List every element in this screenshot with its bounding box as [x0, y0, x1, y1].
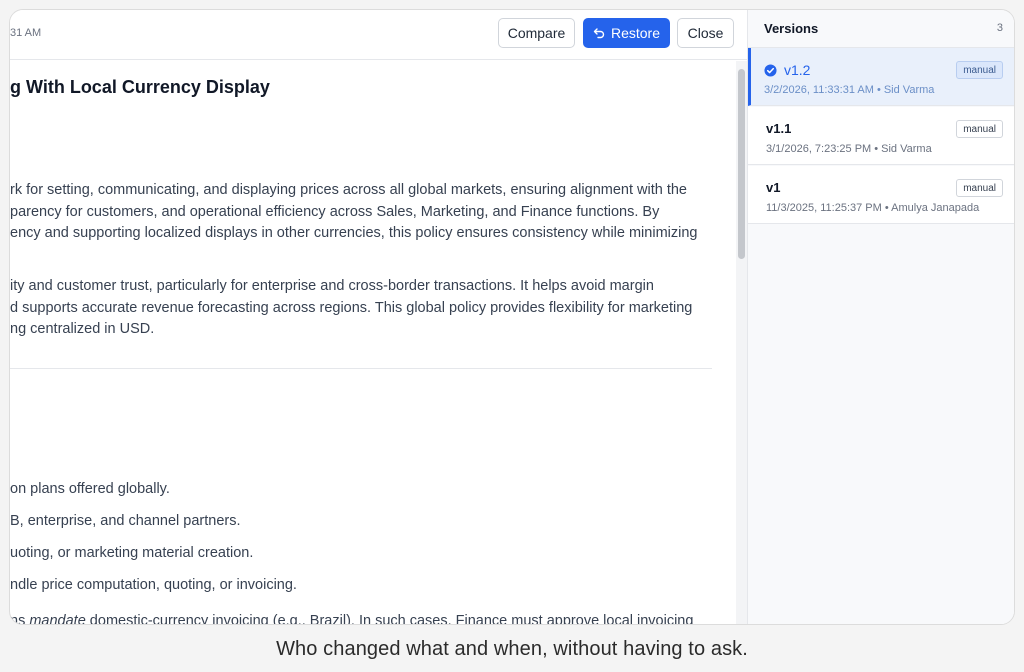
version-meta: 3/1/2026, 7:23:25 PM • Sid Varma [766, 143, 932, 155]
emphasis-text: mandate [29, 613, 86, 625]
version-item-v1-1[interactable]: v1.1 manual 3/1/2026, 7:23:25 PM • Sid V… [748, 107, 1014, 165]
text-fragment: domestic-currency invoicing (e.g., Brazi… [85, 613, 694, 625]
paragraph-line: parency for customers, and operational e… [10, 204, 660, 220]
text-fragment: ns [10, 613, 30, 625]
list-item: ndle price computation, quoting, or invo… [10, 577, 297, 593]
restore-button[interactable]: Restore [583, 18, 670, 48]
check-circle-icon [764, 63, 777, 77]
version-meta: 11/3/2025, 11:25:37 PM • Amulya Janapada [766, 202, 980, 214]
versions-header: Versions 3 [748, 10, 1014, 48]
versions-count: 3 [996, 22, 1003, 34]
scrollbar-thumb[interactable] [738, 69, 745, 259]
list-item: B, enterprise, and channel partners. [10, 513, 241, 529]
list-item: on plans offered globally. [10, 481, 170, 497]
version-item-v1[interactable]: v1 manual 11/3/2025, 11:25:37 PM • Amuly… [748, 166, 1014, 224]
versions-title: Versions [764, 21, 819, 36]
version-history-window: 31 AM Compare Restore Close g With Local… [9, 9, 1015, 625]
version-meta: 3/2/2026, 11:33:31 AM • Sid Varma [764, 84, 935, 96]
restore-button-label: Restore [610, 25, 661, 41]
paragraph-line: rk for setting, communicating, and displ… [10, 182, 687, 198]
close-button-label: Close [687, 25, 724, 41]
compare-button-label: Compare [507, 25, 566, 41]
version-item-v1-2[interactable]: v1.2 manual 3/2/2026, 11:33:31 AM • Sid … [748, 48, 1014, 106]
versions-sidebar: Versions 3 v1.2 manual 3/2/2026, 11:33:3… [747, 10, 1014, 624]
version-badge: manual [956, 179, 1003, 197]
section-divider [10, 368, 712, 369]
document-pane: 31 AM Compare Restore Close g With Local… [10, 10, 747, 625]
version-timestamp: 31 AM [10, 27, 42, 39]
caption-text: Who changed what and when, without havin… [276, 638, 748, 660]
version-label: v1.1 [766, 121, 792, 136]
paragraph-line: d supports accurate revenue forecasting … [10, 300, 693, 316]
version-badge: manual [956, 120, 1003, 138]
list-item: uoting, or marketing material creation. [10, 545, 254, 561]
document-content: g With Local Currency Display rk for set… [10, 61, 735, 625]
version-label: v1.2 [784, 62, 811, 78]
undo-icon [593, 28, 605, 39]
document-scrollbar[interactable] [736, 61, 747, 624]
paragraph-line: ency and supporting localized displays i… [10, 225, 698, 241]
version-label: v1 [766, 180, 781, 195]
document-toolbar: 31 AM Compare Restore Close [10, 10, 747, 60]
version-label-row: v1.2 [764, 62, 810, 78]
compare-button[interactable]: Compare [498, 18, 575, 48]
close-button[interactable]: Close [677, 18, 734, 48]
version-badge: manual [956, 61, 1003, 79]
paragraph-line: ity and customer trust, particularly for… [10, 278, 654, 294]
paragraph-line: ns mandate domestic-currency invoicing (… [10, 613, 694, 625]
document-title: g With Local Currency Display [10, 77, 270, 97]
paragraph-line: ng centralized in USD. [10, 321, 155, 337]
